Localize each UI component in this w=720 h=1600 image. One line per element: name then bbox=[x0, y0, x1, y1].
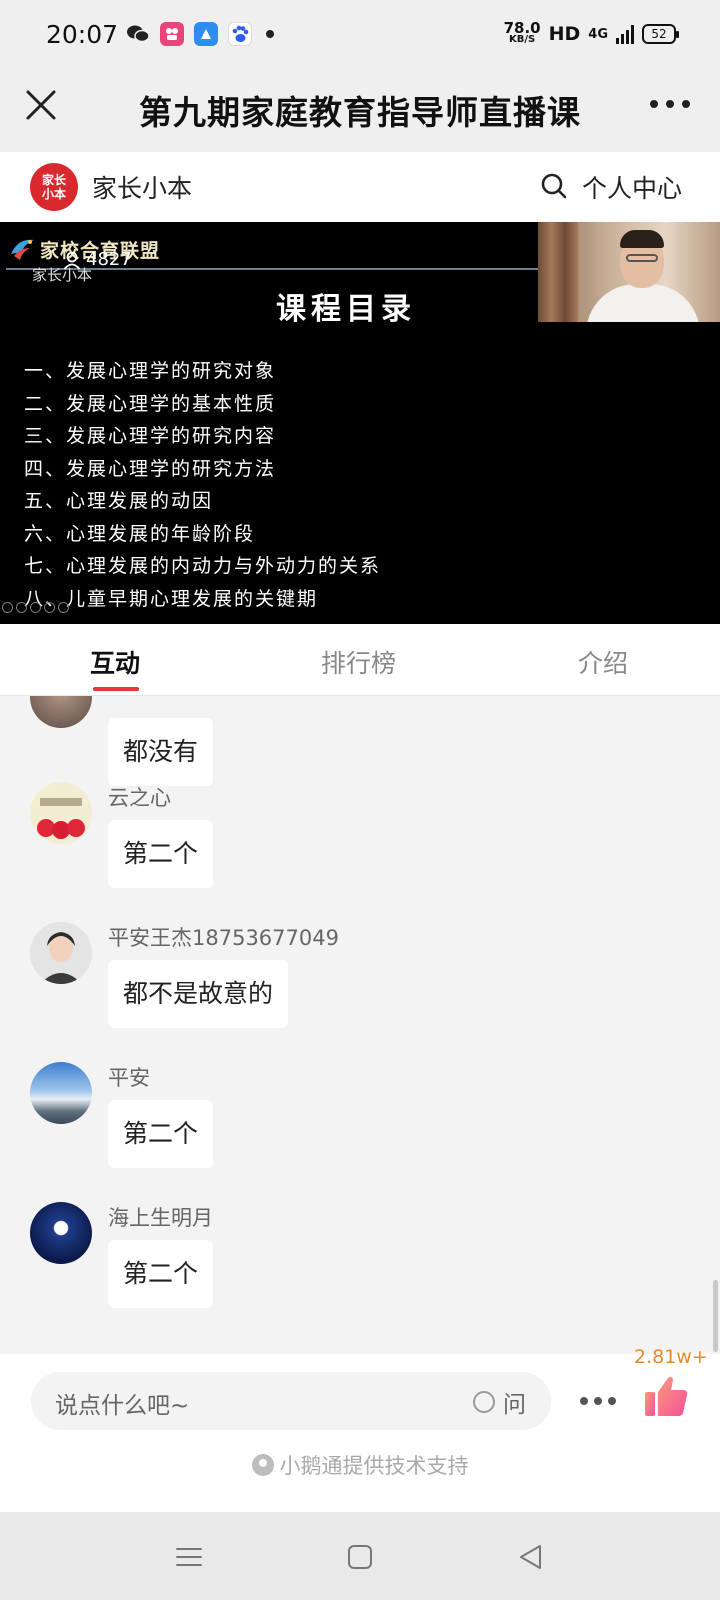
powered-by-text: 小鹅通提供技术支持 bbox=[279, 1454, 469, 1478]
course-toc: 一、发展心理学的研究对象 二、发展心理学的基本性质 三、发展心理学的研究内容 四… bbox=[24, 355, 381, 615]
more-options-icon[interactable] bbox=[650, 94, 690, 114]
toc-item: 二、发展心理学的基本性质 bbox=[24, 392, 277, 415]
signal-icon bbox=[616, 24, 634, 44]
viewer-count: 4827 bbox=[62, 249, 132, 270]
viewer-icon bbox=[63, 251, 81, 270]
control-icon[interactable] bbox=[58, 602, 69, 613]
control-icon[interactable] bbox=[44, 602, 55, 613]
blue-app-icon bbox=[194, 22, 218, 46]
comment-placeholder: 说点什么吧~ bbox=[55, 1393, 190, 1419]
ask-toggle[interactable]: 问 bbox=[473, 1385, 526, 1419]
network-type: 4G bbox=[588, 26, 608, 42]
brand-logo-text: 家长小本 bbox=[41, 173, 66, 201]
more-notifications-icon bbox=[266, 30, 274, 38]
toc-item: 八、儿童早期心理发展的关键期 bbox=[24, 587, 319, 610]
status-bar: 20:07 78.0 KB/S HD 4G 52 bbox=[0, 0, 720, 70]
like-count: 2.81w+ bbox=[634, 1346, 708, 1368]
viewer-count-value: 4827 bbox=[86, 249, 132, 270]
brand-name[interactable]: 家长小本 bbox=[92, 169, 192, 205]
powered-by: 小鹅通提供技术支持 bbox=[0, 1450, 720, 1480]
control-icon[interactable] bbox=[2, 602, 13, 613]
tab-bar: 互动 排行榜 介绍 bbox=[0, 624, 720, 696]
search-icon[interactable] bbox=[540, 172, 568, 200]
tab-introduction[interactable]: 介绍 bbox=[578, 644, 628, 680]
slide-heading: 课程目录 bbox=[276, 292, 416, 327]
avatar[interactable] bbox=[30, 1062, 92, 1124]
title-bar: 第九期家庭教育指导师直播课 bbox=[0, 70, 720, 152]
bird-logo-icon bbox=[8, 234, 38, 264]
toc-item: 四、发展心理学的研究方法 bbox=[24, 457, 277, 480]
message-bubble: 第二个 bbox=[108, 1100, 214, 1168]
comment-input[interactable]: 说点什么吧~ 问 bbox=[31, 1372, 551, 1430]
xiaoe-icon bbox=[251, 1454, 274, 1476]
battery-level: 52 bbox=[651, 27, 667, 41]
notification-icons bbox=[126, 22, 274, 46]
sender-name: 海上生明月 bbox=[108, 1206, 213, 1230]
home-icon[interactable] bbox=[345, 1542, 375, 1572]
battery-icon: 52 bbox=[642, 24, 679, 44]
tab-interaction[interactable]: 互动 bbox=[90, 644, 140, 680]
net-speed-unit: KB/S bbox=[508, 34, 536, 45]
control-icon[interactable] bbox=[16, 602, 27, 613]
more-actions-icon[interactable] bbox=[580, 1396, 616, 1406]
baidu-icon bbox=[228, 22, 252, 46]
toc-item: 七、心理发展的内动力与外动力的关系 bbox=[24, 555, 382, 577]
toc-item: 六、心理发展的年龄阶段 bbox=[24, 522, 256, 545]
brand-logo[interactable]: 家长小本 bbox=[30, 163, 78, 211]
toc-item: 五、心理发展的动因 bbox=[24, 490, 214, 512]
toc-item: 一、发展心理学的研究对象 bbox=[24, 360, 277, 382]
avatar[interactable] bbox=[30, 696, 92, 728]
slide-controls[interactable] bbox=[2, 602, 69, 613]
page-title: 第九期家庭教育指导师直播课 bbox=[139, 93, 581, 132]
thumbs-up-icon[interactable] bbox=[642, 1372, 690, 1420]
chat-scrollbar[interactable] bbox=[713, 1280, 718, 1352]
sender-name: 平安王杰18753677049 bbox=[108, 926, 339, 950]
avatar[interactable] bbox=[30, 922, 92, 984]
tab-leaderboard[interactable]: 排行榜 bbox=[321, 644, 396, 680]
system-nav-bar bbox=[0, 1512, 720, 1600]
presenter-camera[interactable] bbox=[538, 222, 720, 322]
toc-item: 三、发展心理学的研究内容 bbox=[24, 425, 277, 447]
menu-icon[interactable] bbox=[174, 1542, 204, 1572]
close-icon[interactable] bbox=[22, 86, 60, 124]
back-icon[interactable] bbox=[516, 1542, 546, 1572]
user-center-link[interactable]: 个人中心 bbox=[582, 169, 682, 205]
wechat-icon bbox=[126, 22, 150, 46]
avatar[interactable] bbox=[30, 782, 92, 844]
avatar[interactable] bbox=[30, 1202, 92, 1264]
message-bubble: 都没有 bbox=[108, 718, 214, 786]
comment-bar: 说点什么吧~ 问 2.81w+ 小鹅通提供技术支持 bbox=[0, 1346, 720, 1512]
net-speed-value: 78.0 bbox=[503, 19, 541, 37]
video-app-icon bbox=[160, 22, 184, 46]
control-icon[interactable] bbox=[30, 602, 41, 613]
message-bubble: 第二个 bbox=[108, 1240, 214, 1308]
chat-list[interactable]: 都没有 云之心 第二个 平安王杰18753677049 都不是故意的 平安 第二… bbox=[0, 696, 720, 1354]
message-bubble: 都不是故意的 bbox=[108, 960, 289, 1028]
sender-name: 平安 bbox=[108, 1066, 150, 1090]
radio-icon bbox=[473, 1391, 495, 1413]
hd-indicator: HD bbox=[548, 23, 581, 45]
live-video[interactable]: 家校合育联盟 家长小本 4827 课程目录 一、发展心理学的研究对象 二、发展心… bbox=[0, 222, 720, 624]
net-speed: 78.0 KB/S bbox=[503, 19, 541, 46]
ask-label: 问 bbox=[503, 1392, 526, 1418]
status-time: 20:07 bbox=[46, 20, 119, 49]
brand-header: 家长小本 家长小本 个人中心 bbox=[0, 152, 720, 222]
status-indicators: 78.0 KB/S HD 4G 52 bbox=[503, 19, 679, 46]
message-bubble: 第二个 bbox=[108, 820, 214, 888]
active-tab-indicator bbox=[93, 687, 139, 691]
sender-name: 云之心 bbox=[108, 786, 171, 810]
